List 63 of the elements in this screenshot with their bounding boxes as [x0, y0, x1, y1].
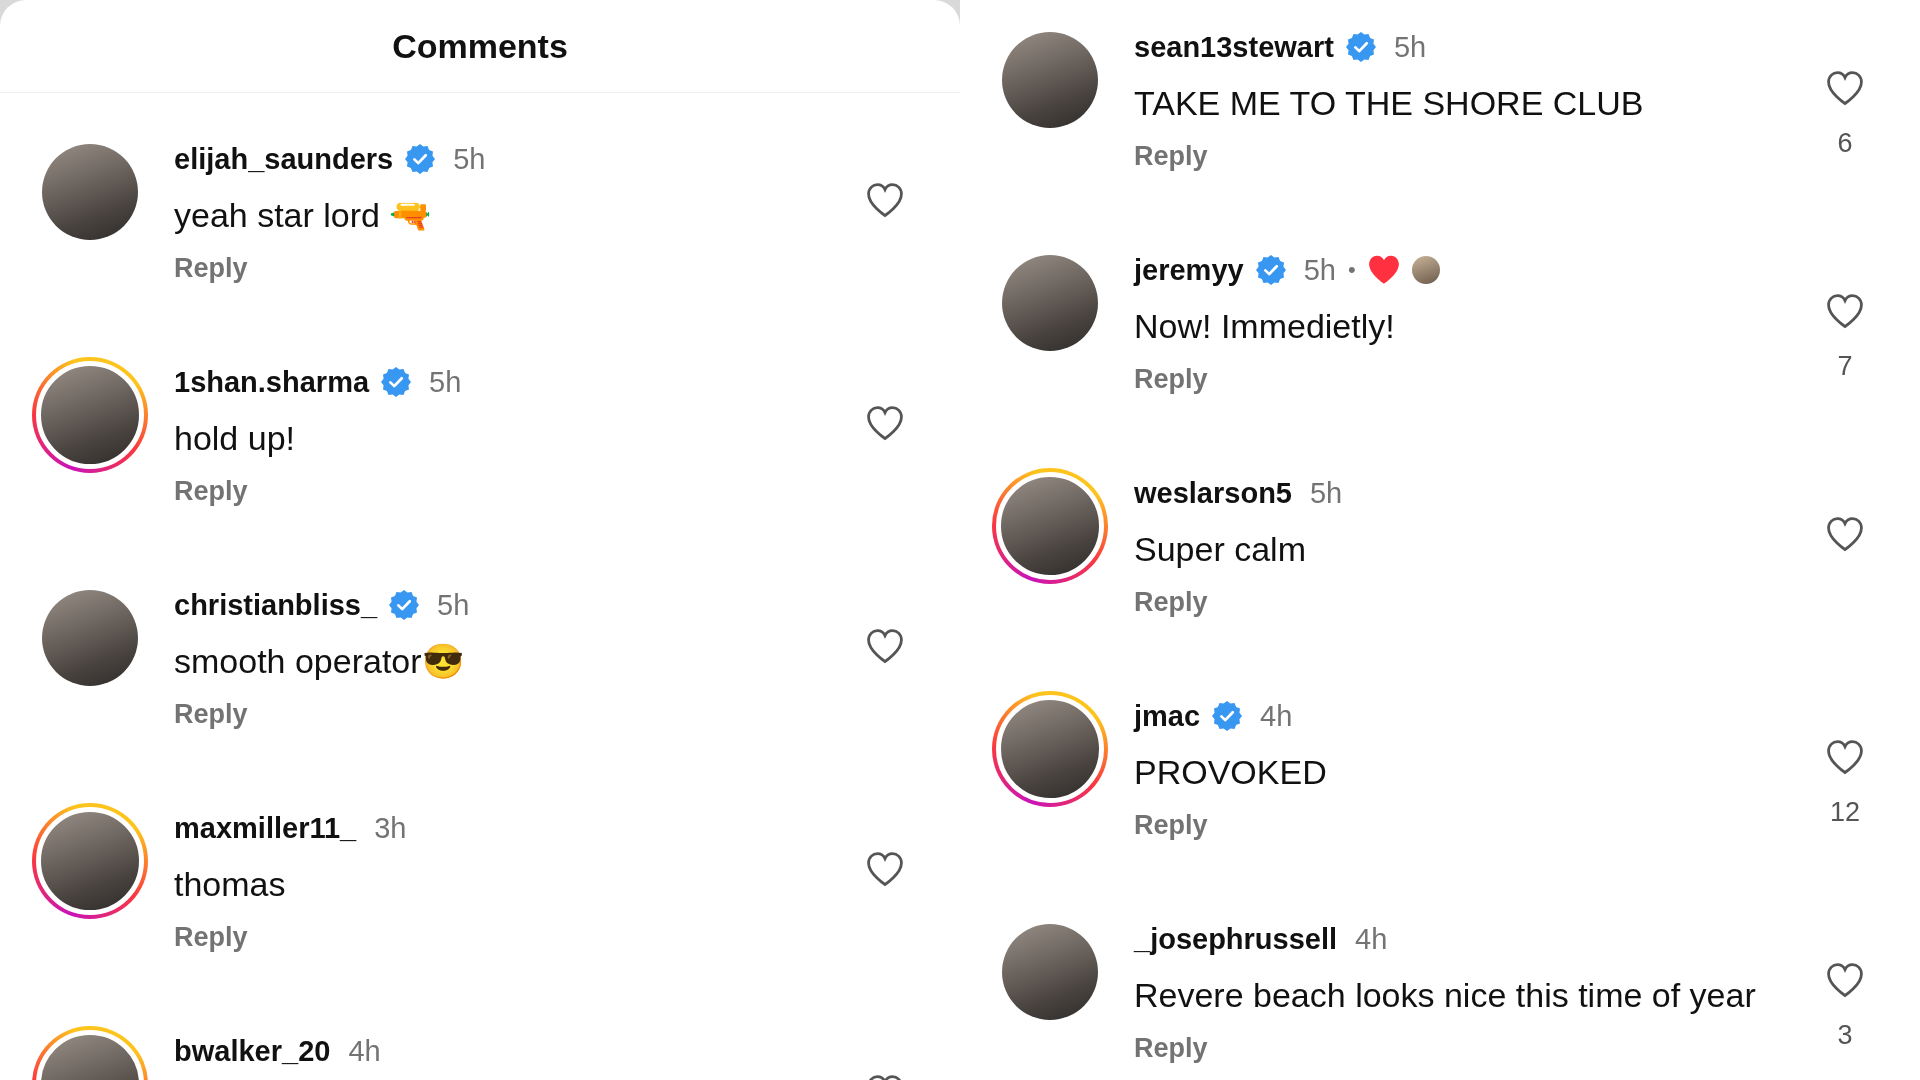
timestamp: 5h [1303, 253, 1336, 287]
avatar-photo [1411, 256, 1440, 284]
like-count: 6 [1837, 128, 1853, 159]
like-button[interactable] [866, 851, 904, 887]
like-count: 12 [1829, 797, 1860, 828]
reply-button[interactable]: Reply [1134, 364, 1208, 395]
timestamp: 4h [1355, 922, 1388, 956]
comment-text: smooth operator😎 [174, 641, 465, 682]
comment-text: Now! Immedietly! [1134, 306, 1396, 347]
username[interactable]: elijah_saunders [174, 142, 394, 176]
like-button[interactable] [866, 405, 904, 441]
timestamp: 5h [429, 365, 462, 399]
timestamp: 5h [453, 142, 486, 176]
timestamp: 3h [374, 811, 407, 845]
heart-icon [866, 182, 904, 218]
username[interactable]: jmac [1134, 699, 1201, 733]
heart-icon [1826, 516, 1864, 552]
like-button[interactable] [866, 182, 904, 218]
reply-button[interactable]: Reply [174, 476, 248, 507]
reply-button[interactable]: Reply [174, 699, 248, 730]
reply-button[interactable]: Reply [1134, 1033, 1208, 1064]
comment-text: Super calm [1134, 529, 1307, 570]
comment-text: thomas [174, 864, 287, 905]
username[interactable]: christianbliss_ [174, 588, 378, 622]
heart-icon [866, 851, 904, 887]
username[interactable]: maxmiller11_ [174, 811, 357, 845]
reply-button[interactable]: Reply [1134, 810, 1208, 841]
heart-icon [866, 405, 904, 441]
timestamp: 5h [437, 588, 470, 622]
like-button[interactable] [1826, 739, 1864, 775]
like-button[interactable] [1826, 293, 1864, 329]
comment-text: TAKE ME TO THE SHORE CLUB [1134, 83, 1645, 124]
heart-icon [1826, 962, 1864, 998]
timestamp: 5h [1310, 476, 1343, 510]
like-count: 7 [1837, 351, 1853, 382]
like-button[interactable] [1826, 516, 1864, 552]
like-count: 3 [1837, 1020, 1853, 1051]
separator-dot: • [1347, 257, 1356, 283]
comment-text: yeah star lord 🔫 [174, 195, 433, 236]
timestamp: 4h [348, 1034, 381, 1068]
reply-button[interactable]: Reply [1134, 587, 1208, 618]
reply-button[interactable]: Reply [1134, 141, 1208, 172]
comment-text: hold up! [174, 418, 296, 459]
comment-text: Revere beach looks nice this time of year [1134, 975, 1757, 1016]
username[interactable]: _josephrussell [1134, 922, 1338, 956]
timestamp: 4h [1260, 699, 1293, 733]
username[interactable]: jeremyy [1134, 253, 1244, 287]
heart-icon [1826, 70, 1864, 106]
like-button[interactable] [1826, 962, 1864, 998]
like-button[interactable] [866, 628, 904, 664]
username[interactable]: 1shan.sharma [174, 365, 370, 399]
reply-button[interactable]: Reply [174, 922, 248, 953]
comment-text: PROVOKED [1134, 752, 1328, 793]
username[interactable]: weslarson5 [1134, 476, 1292, 510]
timestamp: 5h [1393, 30, 1427, 64]
panel-title: Comments [392, 26, 568, 66]
username[interactable]: sean13stewart [1134, 30, 1334, 64]
reply-button[interactable]: Reply [174, 253, 248, 284]
like-button[interactable] [1826, 70, 1864, 106]
heart-icon [1826, 739, 1864, 775]
username[interactable]: bwalker_20 [174, 1034, 331, 1068]
heart-icon [866, 628, 904, 664]
heart-icon [1826, 293, 1864, 329]
